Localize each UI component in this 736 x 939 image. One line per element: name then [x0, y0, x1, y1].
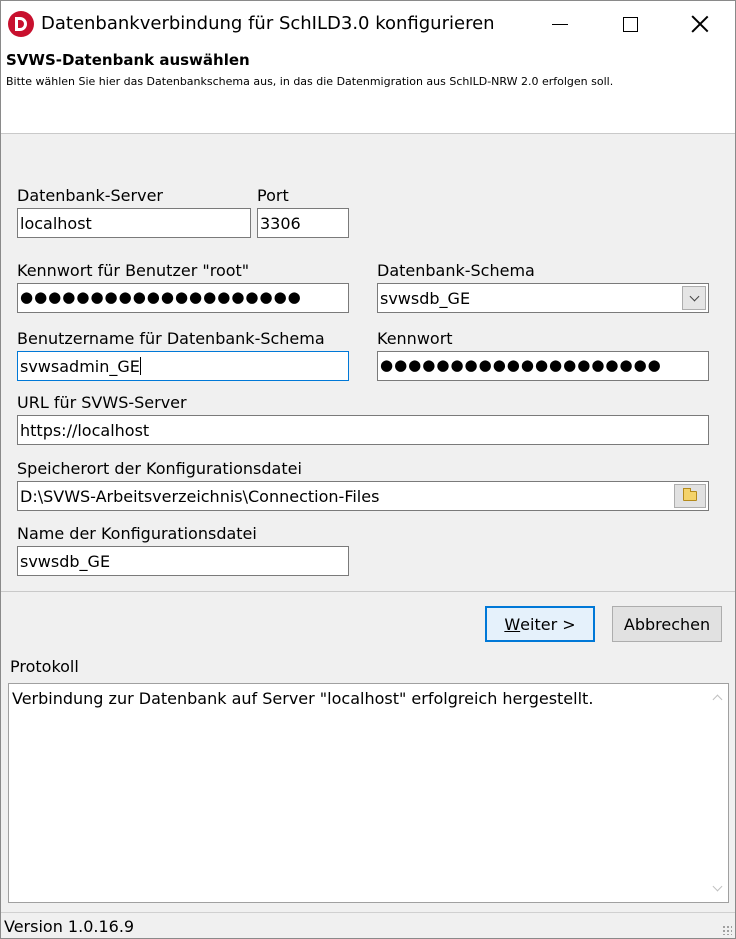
log-label: Protokoll	[10, 657, 79, 676]
title-bar: Datenbankverbindung für SchILD3.0 konfig…	[1, 1, 735, 47]
schema-user-input[interactable]: svwsadmin_GE	[17, 351, 349, 381]
text-caret	[139, 357, 141, 375]
url-input[interactable]: https://localhost	[17, 415, 709, 445]
header-title: SVWS-Datenbank auswählen	[6, 51, 250, 69]
schema-user-value: svwsadmin_GE	[20, 357, 140, 376]
config-location-value: D:\SVWS-Arbeitsverzeichnis\Connection-Fi…	[20, 487, 380, 506]
maximize-icon	[622, 16, 638, 32]
wizard-header: SVWS-Datenbank auswählen Bitte wählen Si…	[1, 47, 735, 134]
server-input[interactable]: localhost	[17, 208, 251, 238]
resize-grip-icon[interactable]	[722, 925, 732, 935]
window-title: Datenbankverbindung für SchILD3.0 konfig…	[41, 13, 495, 34]
schema-select[interactable]: svwsdb_GE	[377, 283, 709, 313]
next-button[interactable]: Weiter >	[485, 606, 595, 642]
browse-folder-button[interactable]	[674, 484, 706, 508]
schema-password-field[interactable]: ●●●●●●●●●●●●●●●●●●●●	[377, 351, 709, 381]
status-bar: Version 1.0.16.9	[1, 912, 735, 938]
folder-icon	[683, 488, 697, 501]
url-label: URL für SVWS-Server	[17, 393, 187, 412]
scroll-down-icon[interactable]	[712, 881, 723, 892]
config-filename-input[interactable]: svwsdb_GE	[17, 546, 349, 576]
minimize-icon	[552, 23, 568, 25]
schema-selected-value: svwsdb_GE	[380, 289, 471, 308]
schema-user-label: Benutzername für Datenbank-Schema	[17, 329, 325, 348]
config-location-label: Speicherort der Konfigurationsdatei	[17, 459, 302, 478]
version-label: Version 1.0.16.9	[4, 917, 135, 936]
dialog-window: Datenbankverbindung für SchILD3.0 konfig…	[0, 0, 736, 939]
next-button-label: eiter >	[520, 614, 576, 634]
schema-password-label: Kennwort	[377, 329, 453, 348]
schema-dropdown-button[interactable]	[682, 286, 706, 310]
minimize-button[interactable]	[525, 1, 595, 47]
cancel-button[interactable]: Abbrechen	[612, 606, 722, 642]
log-textarea[interactable]: Verbindung zur Datenbank auf Server "loc…	[8, 683, 729, 903]
chevron-down-icon	[689, 291, 699, 301]
log-scrollbar[interactable]	[708, 684, 728, 902]
divider	[1, 591, 735, 592]
port-input[interactable]: 3306	[257, 208, 349, 238]
schild-logo-icon	[8, 11, 34, 37]
header-description: Bitte wählen Sie hier das Datenbankschem…	[6, 75, 614, 88]
port-label: Port	[257, 186, 289, 205]
config-location-input[interactable]: D:\SVWS-Arbeitsverzeichnis\Connection-Fi…	[17, 481, 709, 511]
close-icon	[691, 15, 709, 33]
next-button-mnemonic: W	[504, 614, 521, 634]
scroll-up-icon[interactable]	[712, 694, 723, 705]
log-message: Verbindung zur Datenbank auf Server "loc…	[12, 689, 594, 708]
server-label: Datenbank-Server	[17, 186, 163, 205]
schema-label: Datenbank-Schema	[377, 261, 535, 280]
root-password-label: Kennwort für Benutzer "root"	[17, 261, 250, 280]
maximize-button[interactable]	[595, 1, 665, 47]
root-password-field[interactable]: ●●●●●●●●●●●●●●●●●●●●	[17, 283, 349, 313]
close-button[interactable]	[665, 1, 735, 47]
config-filename-label: Name der Konfigurationsdatei	[17, 524, 257, 543]
